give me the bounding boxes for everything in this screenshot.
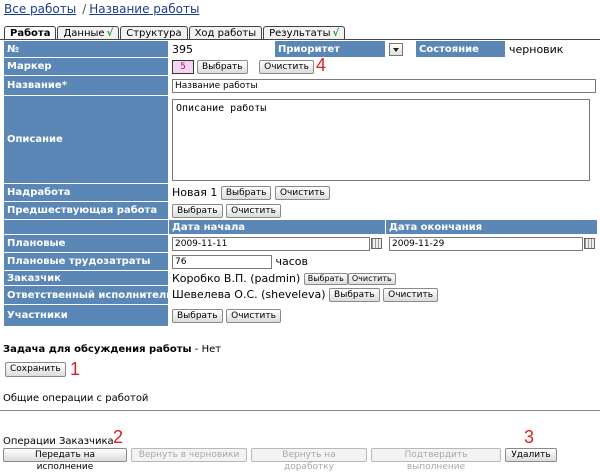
check-icon: √ — [106, 28, 114, 39]
number-label: № — [3, 40, 169, 58]
state-value: черновик — [505, 40, 598, 58]
start-date-cell: 2009-11-11 — [168, 234, 386, 253]
name-label: Название* — [3, 75, 169, 96]
send-to-execution-button[interactable]: Передать на исполнение — [3, 448, 127, 472]
executor-label: Ответственный исполнитель — [3, 285, 169, 305]
annotation-4: 4 — [316, 55, 327, 75]
work-form: № 395 Приоритет Состояние черновик Марке… — [3, 40, 598, 327]
customer-cell: Коробко В.П. (padmin) Выбрать Очистить — [168, 270, 598, 286]
tab-work[interactable]: Работа — [4, 26, 57, 40]
calendar-icon[interactable] — [371, 238, 382, 249]
executor-clear-button[interactable]: Очистить — [383, 288, 438, 302]
customer-value: Коробко В.П. (padmin) — [172, 271, 301, 285]
participants-label: Участники — [3, 304, 169, 327]
name-input[interactable]: Название работы — [172, 78, 596, 93]
predecessor-select-button[interactable]: Выбрать — [172, 203, 223, 218]
priority-select[interactable] — [389, 42, 403, 56]
tab-structure-label: Структура — [126, 28, 182, 39]
end-date-cell: 2009-11-29 — [385, 234, 598, 253]
marker-clear-button[interactable]: Очистить — [259, 59, 314, 74]
discussion-label: Задача для обсуждения работы — [3, 344, 192, 355]
description-label: Описание — [3, 95, 169, 184]
start-date-input[interactable]: 2009-11-11 — [172, 236, 370, 251]
tab-progress[interactable]: Ход работы — [188, 26, 263, 40]
tab-results[interactable]: Результаты √ — [263, 26, 346, 40]
parent-label: Надработа — [3, 183, 169, 202]
description-textarea[interactable]: Описание работы — [172, 98, 590, 181]
annotation-1: 1 — [70, 359, 81, 379]
tab-structure[interactable]: Структура — [120, 26, 188, 40]
description-cell: Описание работы — [168, 95, 598, 184]
tab-data-label: Данные — [63, 28, 105, 39]
customer-ops-label: Операции Заказчика — [3, 436, 114, 447]
calendar-icon[interactable] — [584, 238, 595, 249]
parent-select-button[interactable]: Выбрать — [220, 185, 272, 200]
state-label: Состояние — [415, 40, 506, 58]
effort-label: Плановые трудозатраты — [3, 252, 169, 271]
executor-value: Шевелева О.С. (sheveleva) — [172, 288, 326, 301]
customer-label: Заказчик — [3, 270, 169, 286]
delete-button[interactable]: Удалить — [505, 448, 557, 462]
tab-results-label: Результаты — [269, 28, 331, 39]
parent-value: Новая 1 — [172, 185, 218, 199]
customer-select-button[interactable]: Выбрать — [303, 272, 348, 285]
end-date-header: Дата окончания — [385, 219, 598, 235]
confirm-completion-button[interactable]: Подтвердить выполнение — [371, 448, 501, 472]
annotation-2: 2 — [113, 427, 124, 447]
parent-cell: Новая 1 Выбрать Очистить — [168, 183, 598, 202]
executor-select-button[interactable]: Выбрать — [329, 288, 380, 302]
effort-input[interactable]: 76 — [172, 254, 272, 269]
general-ops-label: Общие операции с работой — [3, 393, 149, 404]
dates-header-blank — [3, 219, 169, 235]
annotation-3: 3 — [524, 427, 535, 447]
breadcrumb-all-works-link[interactable]: Все работы — [4, 2, 76, 16]
tab-work-label: Работа — [10, 28, 51, 39]
priority-cell — [385, 40, 416, 58]
tab-progress-label: Ход работы — [194, 28, 257, 39]
participants-clear-button[interactable]: Очистить — [226, 308, 281, 323]
predecessor-cell: Выбрать Очистить — [168, 201, 598, 220]
participants-select-button[interactable]: Выбрать — [172, 308, 223, 323]
start-date-header: Дата начала — [168, 219, 386, 235]
tab-data[interactable]: Данные √ — [57, 26, 120, 40]
planned-label: Плановые — [3, 234, 169, 253]
breadcrumb-separator: / — [82, 2, 87, 16]
priority-label: Приоритет — [274, 40, 386, 58]
marker-select-button[interactable]: Выбрать — [197, 59, 248, 74]
marker-cell: 5 Выбрать Очистить — [168, 57, 598, 76]
return-for-rework-button[interactable]: Вернуть на доработку — [251, 448, 367, 472]
customer-clear-button[interactable]: Очистить — [347, 272, 396, 285]
effort-cell: 76 часов — [168, 252, 598, 271]
executor-cell: Шевелева О.С. (sheveleva) Выбрать Очисти… — [168, 285, 598, 305]
marker-swatch[interactable]: 5 — [172, 59, 194, 74]
breadcrumb: Все работы / Название работы — [4, 2, 199, 18]
return-to-draft-button[interactable]: Вернуть в черновики — [131, 448, 247, 462]
participants-cell: Выбрать Очистить — [168, 304, 598, 327]
tab-bar: Работа Данные √ Структура Ход работы Резу… — [4, 26, 346, 40]
check-icon: √ — [332, 28, 340, 39]
discussion-value: - Нет — [194, 344, 222, 355]
name-cell: Название работы — [168, 75, 598, 96]
parent-clear-button[interactable]: Очистить — [274, 185, 330, 200]
predecessor-label: Предшествующая работа — [3, 201, 169, 220]
section-divider — [0, 410, 600, 411]
breadcrumb-current-link[interactable]: Название работы — [89, 2, 199, 16]
marker-label: Маркер — [3, 57, 169, 76]
customer-ops-toolbar: Передать на исполнение Вернуть в чернови… — [3, 448, 557, 472]
number-value: 395 — [168, 40, 275, 58]
effort-unit: часов — [275, 254, 309, 268]
discussion-line: Задача для обсуждения работы - Нет — [3, 344, 221, 355]
end-date-input[interactable]: 2009-11-29 — [389, 236, 583, 251]
save-button[interactable]: Сохранить — [5, 362, 66, 377]
predecessor-clear-button[interactable]: Очистить — [226, 203, 281, 218]
